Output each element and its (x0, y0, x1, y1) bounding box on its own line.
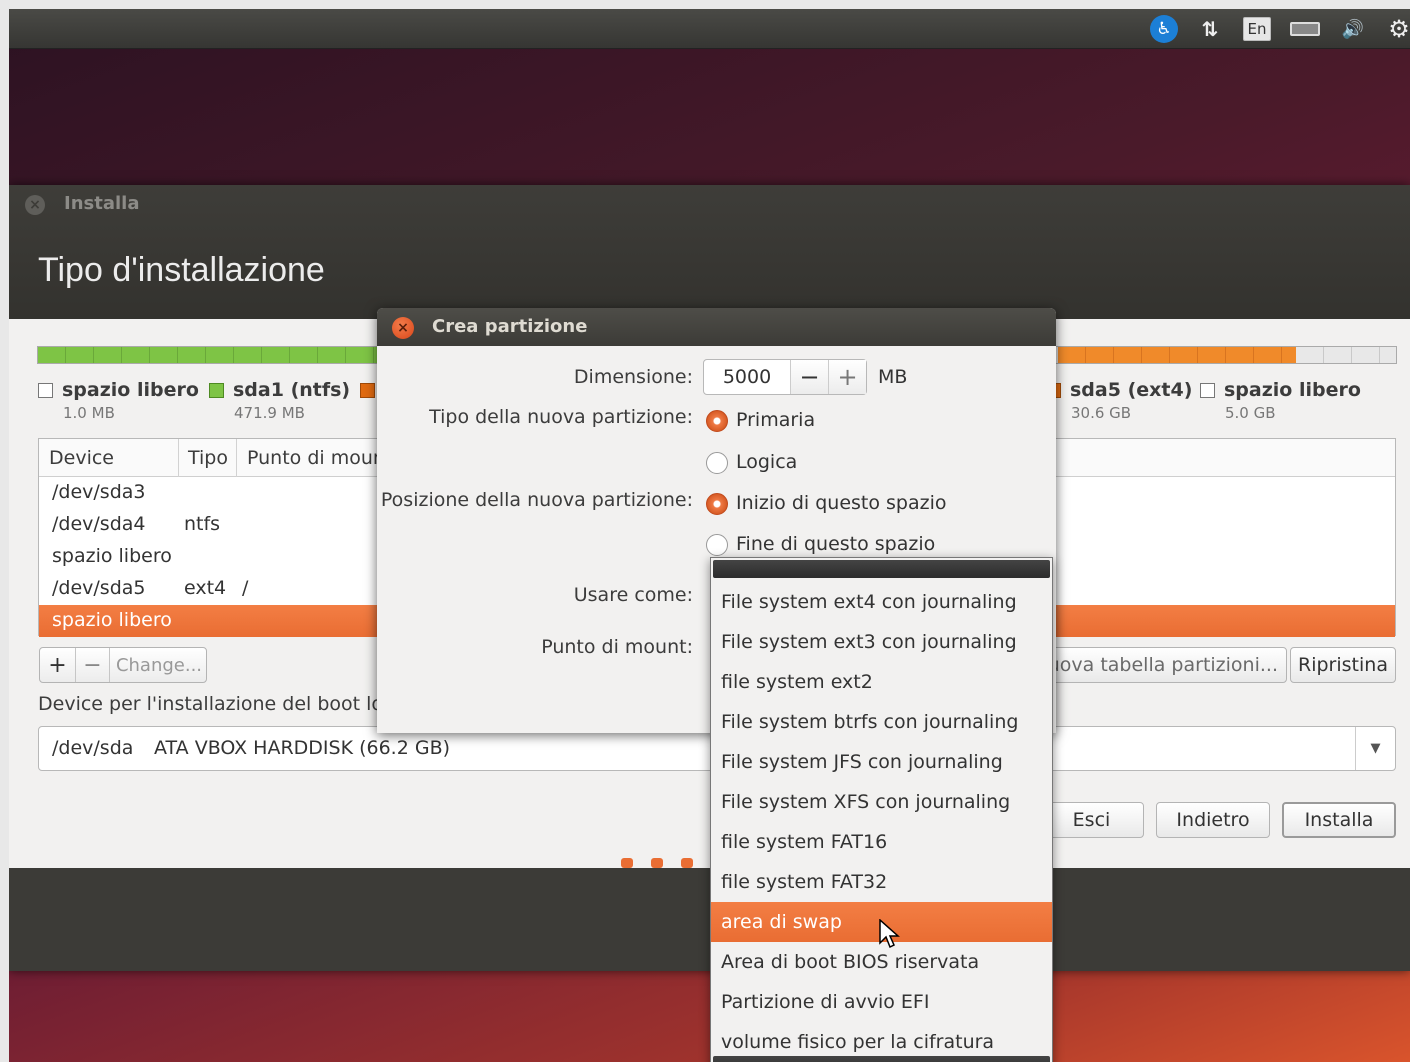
size-decrement-button[interactable]: − (790, 360, 828, 394)
partition-bar-sda5 (1058, 347, 1296, 363)
cell-device: spazio libero (52, 609, 172, 631)
progress-dot (681, 858, 693, 868)
partition-bar-free (1296, 347, 1396, 363)
radio-logical[interactable] (706, 452, 728, 474)
partition-bar-sda1 (38, 347, 383, 363)
top-panel: ♿ ⇅ En 🔊 ⚙ (9, 9, 1410, 49)
menu-item[interactable]: File system XFS con journaling (711, 782, 1052, 822)
legend-name: spazio libero (62, 379, 199, 401)
dialog-title: Crea partizione (432, 316, 588, 337)
mouse-pointer-icon (879, 919, 900, 949)
back-button[interactable]: Indietro (1156, 802, 1270, 838)
radio-primary[interactable] (706, 410, 728, 432)
window-title: Installa (64, 193, 140, 214)
cell-device: /dev/sda3 (52, 481, 146, 503)
dialog-close-button[interactable]: × (392, 317, 414, 339)
menu-item[interactable]: file system FAT32 (711, 862, 1052, 902)
radio-position-start[interactable] (706, 493, 728, 515)
menu-item[interactable]: File system ext3 con journaling (711, 622, 1052, 662)
menu-item[interactable]: file system FAT16 (711, 822, 1052, 862)
radio-position-start-label[interactable]: Inizio di questo spazio (736, 492, 947, 514)
radio-position-end-label[interactable]: Fine di questo spazio (736, 533, 935, 555)
legend-name: sda1 (ntfs) (233, 379, 351, 401)
accessibility-icon[interactable]: ♿ (1149, 15, 1179, 43)
chevron-down-icon[interactable]: ▼ (1355, 727, 1395, 770)
remove-partition-button[interactable]: − (76, 648, 110, 682)
add-partition-button[interactable]: + (40, 648, 76, 682)
use-as-dropdown-menu[interactable]: File system ext4 con journaling File sys… (710, 557, 1053, 1062)
radio-primary-label[interactable]: Primaria (736, 409, 815, 431)
boot-loader-label: Device per l'installazione del boot lo (38, 693, 384, 715)
cell-type: ext4 (184, 577, 227, 599)
boot-device: /dev/sda (52, 737, 134, 759)
size-spinbutton: 5000 − + (703, 359, 867, 395)
desktop: ♿ ⇅ En 🔊 ⚙ × Installa Tipo d'installazio… (9, 9, 1410, 1062)
partition-action-buttons: + − Change... (39, 647, 207, 683)
keyboard-layout-label: En (1242, 17, 1272, 41)
settings-gear-icon[interactable]: ⚙ (1385, 15, 1410, 43)
mount-point-label: Punto di mount: (541, 636, 693, 658)
menu-scroll-up[interactable] (713, 560, 1050, 578)
progress-dot (651, 858, 663, 868)
cell-device: spazio libero (52, 545, 172, 567)
size-label: Dimensione: (573, 366, 693, 388)
quit-button[interactable]: Esci (1039, 802, 1144, 838)
dialog-titlebar: × Crea partizione (377, 308, 1056, 346)
menu-item[interactable]: File system JFS con journaling (711, 742, 1052, 782)
legend-size: 5.0 GB (1225, 404, 1276, 422)
progress-dot (621, 858, 633, 868)
size-input[interactable]: 5000 (704, 360, 790, 394)
menu-item[interactable]: file system ext2 (711, 662, 1052, 702)
cell-device: /dev/sda4 (52, 513, 146, 535)
legend-size: 471.9 MB (234, 404, 305, 422)
position-label: Posizione della nuova partizione: (380, 489, 693, 511)
new-partition-table-button[interactable]: uova tabella partizioni... (1029, 647, 1287, 683)
legend-name: sda5 (ext4) (1070, 379, 1193, 401)
menu-scroll-down[interactable] (713, 1056, 1050, 1062)
change-partition-button[interactable]: Change... (110, 648, 208, 682)
install-button[interactable]: Installa (1282, 802, 1396, 838)
column-header-mount[interactable]: Punto di mour (247, 447, 381, 469)
menu-item[interactable]: File system ext4 con journaling (711, 582, 1052, 622)
cell-type: ntfs (184, 513, 221, 535)
window-titlebar: × Installa Tipo d'installazione (9, 185, 1410, 319)
use-as-label: Usare come: (573, 584, 693, 606)
menu-item[interactable]: File system btrfs con journaling (711, 702, 1052, 742)
menu-item[interactable]: Partizione di avvio EFI (711, 982, 1052, 1022)
cell-mount: / (242, 577, 249, 599)
cell-device: /dev/sda5 (52, 577, 146, 599)
keyboard-layout-indicator[interactable]: En (1242, 15, 1272, 43)
size-increment-button[interactable]: + (828, 360, 866, 394)
column-header-device[interactable]: Device (49, 447, 114, 469)
page-title: Tipo d'installazione (38, 251, 325, 289)
radio-position-end[interactable] (706, 534, 728, 556)
volume-icon[interactable]: 🔊 (1335, 15, 1371, 43)
size-unit: MB (878, 366, 908, 388)
legend-size: 30.6 GB (1071, 404, 1132, 422)
battery-icon[interactable] (1287, 15, 1323, 43)
radio-logical-label[interactable]: Logica (736, 451, 797, 473)
network-icon[interactable]: ⇅ (1195, 15, 1225, 43)
legend-size: 1.0 MB (63, 404, 115, 422)
partition-type-label: Tipo della nuova partizione: (429, 406, 693, 428)
boot-device-description: ATA VBOX HARDDISK (66.2 GB) (154, 737, 451, 759)
legend-name: spazio libero (1224, 379, 1361, 401)
column-header-type[interactable]: Tipo (188, 447, 228, 469)
reset-button[interactable]: Ripristina (1290, 647, 1396, 683)
window-close-button[interactable]: × (25, 195, 45, 215)
